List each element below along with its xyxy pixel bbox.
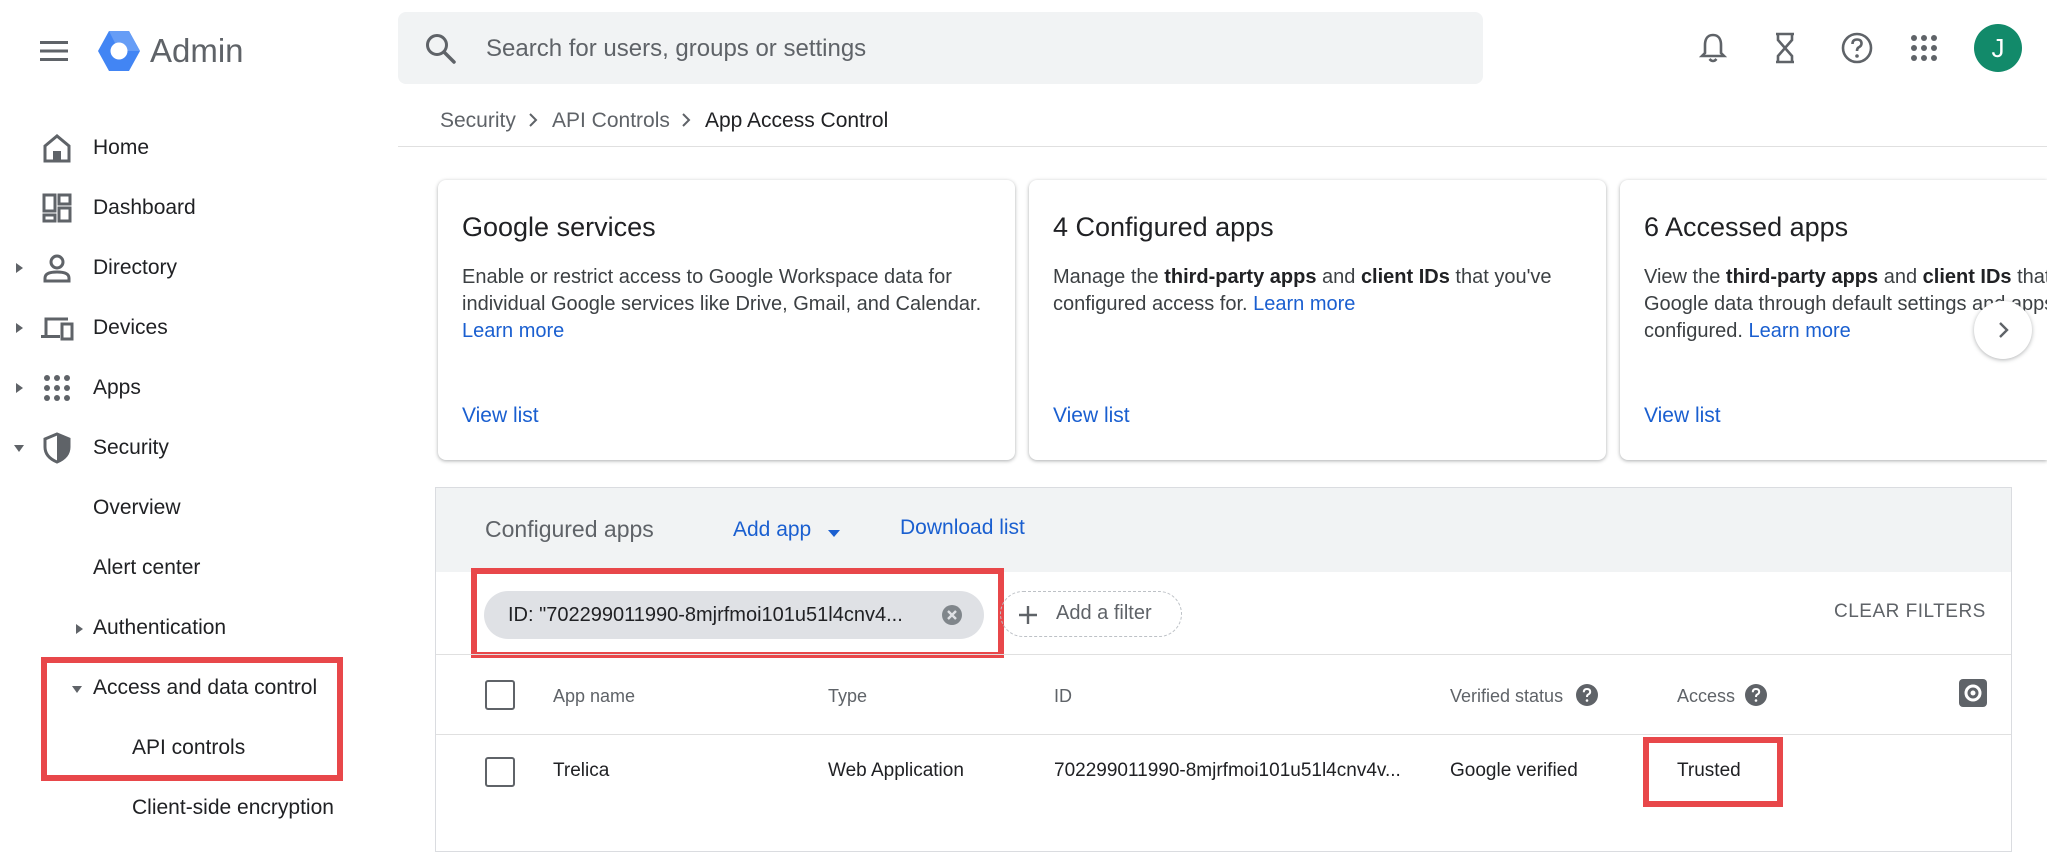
sidebar-item-devices[interactable]: Devices	[0, 308, 380, 348]
sidebar-item-label: Dashboard	[93, 196, 196, 219]
sidebar-item-alert-center[interactable]: Alert center	[93, 556, 200, 580]
cell-app-name[interactable]: Trelica	[553, 758, 609, 784]
column-header-app-name[interactable]: App name	[553, 683, 635, 709]
help-icon[interactable]	[1744, 683, 1768, 707]
card-google-services: Google services Enable or restrict acces…	[438, 180, 1015, 460]
column-header-access[interactable]: Access	[1677, 683, 1735, 709]
cell-type: Web Application	[828, 760, 964, 781]
dropdown-arrow-icon[interactable]	[824, 523, 844, 543]
learn-more-link[interactable]: Learn more	[1749, 320, 1851, 342]
sidebar-item-home[interactable]: Home	[0, 128, 380, 168]
select-all-checkbox[interactable]	[485, 680, 515, 710]
apps-grid-icon	[44, 375, 70, 401]
sidebar-item-apps[interactable]: Apps	[0, 368, 380, 408]
sidebar-item-dashboard[interactable]: Dashboard	[0, 188, 380, 228]
breadcrumb-current: App Access Control	[705, 109, 889, 132]
card-title: 4 Configured apps	[1053, 212, 1274, 242]
filter-row-divider	[436, 654, 2011, 655]
shield-icon	[43, 432, 71, 464]
sidebar-item-directory[interactable]: Directory	[0, 248, 380, 288]
highlight-box-access	[1643, 737, 1783, 807]
download-list-link[interactable]: Download list	[900, 516, 1025, 540]
cell-verified-status: Google verified	[1450, 760, 1578, 781]
search-icon[interactable]	[424, 32, 458, 66]
learn-more-link[interactable]: Learn more	[1253, 293, 1355, 315]
table-header-divider	[436, 734, 2011, 735]
sidebar-item-label: Home	[93, 136, 150, 159]
view-list-link[interactable]: View list	[1053, 404, 1130, 428]
card-description: Manage the third-party apps and client I…	[1053, 266, 1552, 315]
panel-toolbar	[436, 488, 2011, 572]
hamburger-menu-icon	[40, 41, 68, 61]
sidebar-item-authentication[interactable]: Authentication	[93, 616, 226, 640]
dashboard-icon	[42, 193, 72, 223]
card-description: Enable or restrict access to Google Work…	[462, 266, 982, 342]
chevron-right-icon	[682, 113, 691, 127]
expand-right-icon[interactable]	[72, 622, 86, 636]
chevron-right-icon	[1999, 322, 2009, 338]
view-list-link[interactable]: View list	[1644, 404, 1721, 428]
help-icon[interactable]	[1575, 683, 1599, 707]
highlight-box-sidebar	[41, 657, 343, 781]
header-divider	[398, 146, 2047, 147]
add-filter-label[interactable]: Add a filter	[1056, 602, 1152, 625]
breadcrumb-security[interactable]: Security	[440, 106, 516, 136]
expand-right-icon[interactable]	[12, 261, 26, 275]
tasks-button[interactable]	[1765, 28, 1805, 68]
clear-filters-button[interactable]: CLEAR FILTERS	[1834, 601, 1986, 623]
card-title: 6 Accessed apps	[1644, 212, 1849, 242]
app-launcher-button[interactable]	[1904, 28, 1944, 68]
expand-down-icon[interactable]	[12, 441, 26, 455]
devices-icon	[41, 317, 74, 341]
column-header-verified-status[interactable]: Verified status	[1450, 683, 1563, 709]
bell-icon	[1698, 33, 1728, 63]
add-app-button[interactable]: Add app	[733, 518, 811, 542]
sidebar-item-label: Directory	[93, 256, 178, 279]
account-avatar[interactable]: J	[1974, 24, 2022, 72]
expand-right-icon[interactable]	[12, 381, 26, 395]
person-icon	[43, 254, 71, 283]
hourglass-icon	[1776, 32, 1794, 64]
card-title: Google services	[462, 212, 656, 242]
sidebar-item-label: Devices	[93, 316, 168, 339]
sidebar-item-security[interactable]: Security	[0, 428, 380, 468]
help-circle-icon	[1841, 32, 1873, 64]
panel-title: Configured apps	[485, 516, 654, 542]
view-list-link[interactable]: View list	[462, 404, 539, 428]
chevron-right-icon	[529, 113, 538, 127]
sidebar-item-label: Security	[93, 436, 169, 459]
sidebar-item-label: Apps	[93, 376, 141, 399]
home-icon	[43, 134, 71, 163]
admin-logo-icon[interactable]	[96, 28, 142, 74]
breadcrumb-api-controls[interactable]: API Controls	[552, 106, 670, 136]
carousel-next-button[interactable]	[1974, 301, 2032, 359]
sidebar-item-overview[interactable]: Overview	[93, 496, 181, 520]
main-menu-button[interactable]	[30, 27, 78, 75]
help-button[interactable]	[1837, 28, 1877, 68]
plus-icon	[1019, 606, 1037, 624]
learn-more-link[interactable]: Learn more	[462, 320, 564, 342]
column-header-type[interactable]: Type	[828, 683, 867, 709]
search-input[interactable]: Search for users, groups or settings	[486, 32, 866, 66]
notifications-button[interactable]	[1693, 28, 1733, 68]
cell-id: 702299011990-8mjrfmoi101u51l4cnv4v...	[1054, 760, 1401, 781]
admin-brand-title[interactable]: Admin	[150, 28, 244, 74]
expand-right-icon[interactable]	[12, 321, 26, 335]
column-settings-icon[interactable]	[1958, 678, 1988, 708]
highlight-box-filter	[471, 568, 1004, 658]
column-header-id[interactable]: ID	[1054, 683, 1072, 709]
apps-grid-icon	[1911, 35, 1937, 61]
card-configured-apps: 4 Configured apps Manage the third-party…	[1029, 180, 1606, 460]
sidebar-item-client-side-encryption[interactable]: Client-side encryption	[132, 796, 334, 820]
row-checkbox[interactable]	[485, 757, 515, 787]
